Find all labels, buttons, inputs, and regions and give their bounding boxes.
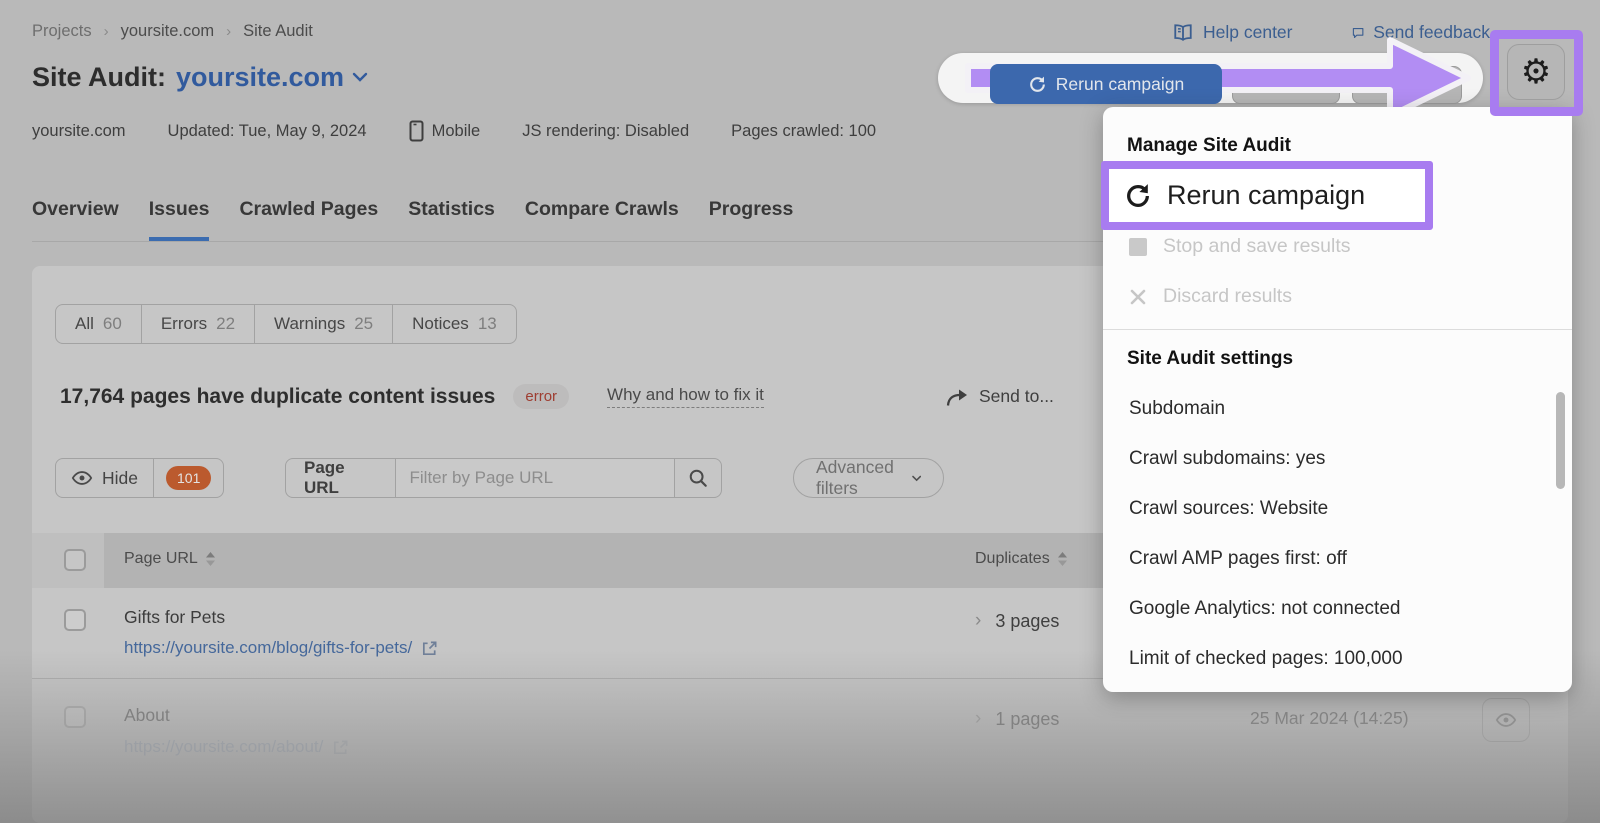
duplicates-cell[interactable]: › 3 pages xyxy=(975,610,1059,632)
meta-domain: yoursite.com xyxy=(32,122,126,141)
chip-all[interactable]: All 60 xyxy=(55,304,142,344)
menu-item-crawl-subdomains[interactable]: Crawl subdomains: yes xyxy=(1129,448,1325,470)
external-link-icon xyxy=(421,640,438,657)
hidden-count-badge: 101 xyxy=(166,466,211,490)
row-page-url-link[interactable]: https://yoursite.com/blog/gifts-for-pets… xyxy=(124,638,438,658)
menu-section-manage: Manage Site Audit xyxy=(1127,135,1291,157)
search-icon xyxy=(688,468,708,488)
menu-divider xyxy=(1103,329,1572,330)
x-icon xyxy=(1129,288,1147,306)
annotation-gear-highlight: ⚙ xyxy=(1490,30,1583,116)
issue-headline: 17,764 pages have duplicate content issu… xyxy=(60,385,495,409)
chip-warnings[interactable]: Warnings 25 xyxy=(254,304,393,344)
breadcrumb: Projects › yoursite.com › Site Audit xyxy=(32,22,313,41)
mobile-icon xyxy=(409,120,424,142)
project-selector[interactable]: yoursite.com xyxy=(176,62,368,93)
sort-icon[interactable] xyxy=(205,552,216,566)
sort-icon[interactable] xyxy=(1057,552,1068,566)
page-url-filter-input[interactable] xyxy=(396,458,675,498)
meta-device: Mobile xyxy=(409,120,481,142)
breadcrumb-separator: › xyxy=(226,23,231,40)
chip-notices[interactable]: Notices 13 xyxy=(392,304,517,344)
issue-headline-row: 17,764 pages have duplicate content issu… xyxy=(60,384,764,409)
tab-statistics[interactable]: Statistics xyxy=(408,198,495,241)
title-prefix: Site Audit: xyxy=(32,62,166,93)
external-link-icon xyxy=(332,739,349,756)
row-page-title: About xyxy=(124,705,170,726)
why-how-fix-link[interactable]: Why and how to fix it xyxy=(607,385,764,408)
chevron-down-icon xyxy=(912,474,921,483)
expand-chevron-icon: › xyxy=(975,610,981,632)
advanced-filters-button[interactable]: Advanced filters xyxy=(793,458,944,498)
duplicates-cell[interactable]: › 1 pages xyxy=(975,708,1059,730)
send-to-link[interactable]: Send to... xyxy=(945,386,1054,407)
menu-item-limit-pages[interactable]: Limit of checked pages: 100,000 xyxy=(1129,648,1403,670)
hide-button-label: Hide xyxy=(102,468,138,489)
menu-section-settings: Site Audit settings xyxy=(1127,348,1293,370)
stop-icon xyxy=(1129,238,1147,256)
severity-badge: error xyxy=(513,384,569,409)
refresh-icon xyxy=(1028,75,1047,94)
breadcrumb-projects[interactable]: Projects xyxy=(32,22,92,41)
page-url-filter-label[interactable]: Page URL xyxy=(285,458,396,498)
issue-visibility-button[interactable] xyxy=(1482,698,1530,742)
menu-item-google-analytics[interactable]: Google Analytics: not connected xyxy=(1129,598,1400,620)
send-to-label: Send to... xyxy=(979,386,1054,407)
breadcrumb-site-audit: Site Audit xyxy=(243,22,313,41)
breadcrumb-separator: › xyxy=(104,23,109,40)
rerun-campaign-label: Rerun campaign xyxy=(1056,74,1184,95)
menu-item-rerun-campaign[interactable]: Rerun campaign xyxy=(1101,161,1433,230)
table-row[interactable]: About https://yoursite.com/about/ › 1 pa… xyxy=(32,678,1568,788)
menu-item-subdomain[interactable]: Subdomain xyxy=(1129,398,1225,420)
site-audit-page: Projects › yoursite.com › Site Audit Sit… xyxy=(0,0,1600,823)
severity-filter-chips: All 60 Errors 22 Warnings 25 Notices 13 xyxy=(55,304,517,344)
page-url-filter-group: Page URL xyxy=(285,458,722,498)
share-arrow-icon xyxy=(945,387,969,407)
settings-dropdown-menu: Manage Site Audit Rerun campaign Stop an… xyxy=(1103,107,1572,692)
eye-icon xyxy=(71,470,93,486)
chevron-down-icon xyxy=(352,72,368,83)
advanced-filters-label: Advanced filters xyxy=(816,457,899,499)
row-checkbox[interactable] xyxy=(64,609,86,631)
rerun-campaign-button[interactable]: Rerun campaign xyxy=(990,64,1222,104)
meta-pages-crawled: Pages crawled: 100 xyxy=(731,122,876,141)
menu-item-discard: Discard results xyxy=(1129,285,1292,308)
title-domain: yoursite.com xyxy=(176,62,344,93)
issues-toolbar: Hide 101 Page URL Advanced filters xyxy=(55,458,224,498)
column-header-page-url[interactable]: Page URL xyxy=(124,550,216,568)
eye-icon xyxy=(1495,712,1517,728)
page-title: Site Audit: yoursite.com xyxy=(32,62,368,93)
select-all-checkbox[interactable] xyxy=(64,549,86,571)
menu-item-crawl-amp[interactable]: Crawl AMP pages first: off xyxy=(1129,548,1347,570)
refresh-icon xyxy=(1124,182,1152,210)
chip-errors[interactable]: Errors 22 xyxy=(141,304,255,344)
discovered-date: 25 Mar 2024 (14:25) xyxy=(1250,708,1409,729)
hide-button[interactable]: Hide 101 xyxy=(55,458,224,498)
column-header-duplicates[interactable]: Duplicates xyxy=(975,550,1068,568)
menu-item-crawl-sources[interactable]: Crawl sources: Website xyxy=(1129,498,1328,520)
gear-icon: ⚙ xyxy=(1521,55,1551,89)
menu-item-rerun-label: Rerun campaign xyxy=(1167,180,1365,211)
row-page-title: Gifts for Pets xyxy=(124,607,225,628)
dropdown-scrollbar[interactable] xyxy=(1556,392,1565,489)
breadcrumb-domain[interactable]: yoursite.com xyxy=(121,22,215,41)
search-button[interactable] xyxy=(675,458,722,498)
settings-gear-button[interactable]: ⚙ xyxy=(1507,44,1565,100)
meta-updated: Updated: Tue, May 9, 2024 xyxy=(168,122,367,141)
row-checkbox[interactable] xyxy=(64,706,86,728)
audit-meta-row: yoursite.com Updated: Tue, May 9, 2024 M… xyxy=(32,120,876,142)
menu-item-stop-save: Stop and save results xyxy=(1129,235,1351,258)
hidden-count-segment[interactable]: 101 xyxy=(153,459,223,497)
tab-progress[interactable]: Progress xyxy=(709,198,794,241)
tab-compare-crawls[interactable]: Compare Crawls xyxy=(525,198,679,241)
tab-overview[interactable]: Overview xyxy=(32,198,119,241)
expand-chevron-icon: › xyxy=(975,708,981,730)
tab-crawled-pages[interactable]: Crawled Pages xyxy=(239,198,378,241)
tab-issues[interactable]: Issues xyxy=(149,198,210,241)
meta-js-rendering: JS rendering: Disabled xyxy=(522,122,689,141)
row-page-url-link[interactable]: https://yoursite.com/about/ xyxy=(124,737,349,757)
